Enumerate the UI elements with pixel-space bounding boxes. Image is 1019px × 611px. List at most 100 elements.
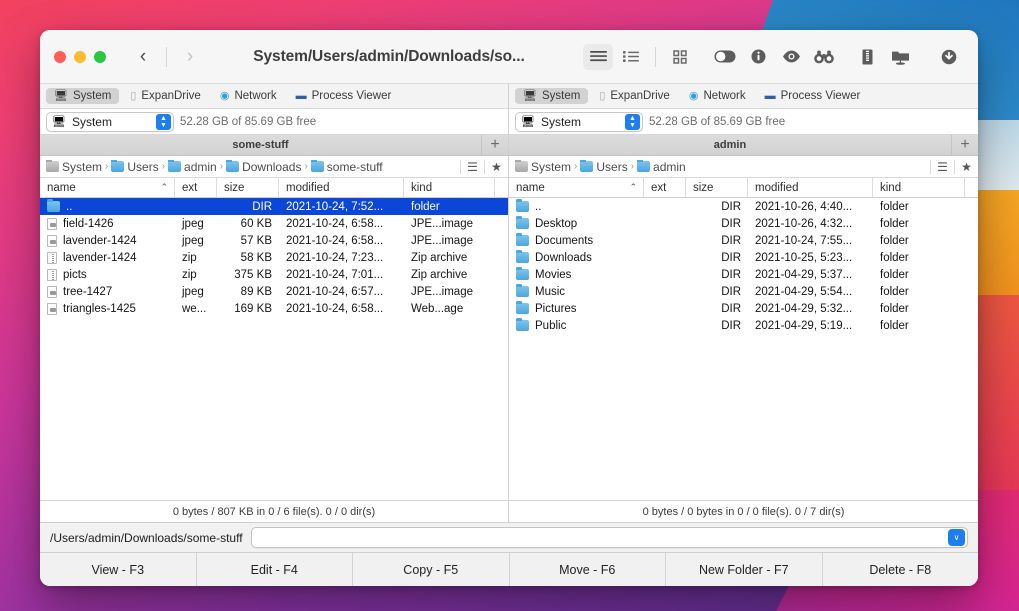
table-row[interactable]: PublicDIR2021-04-29, 5:19...folder xyxy=(509,317,978,334)
left-row-5-modified: 2021-10-24, 6:57... xyxy=(279,283,404,300)
left-row-3-ext: zip xyxy=(175,249,217,266)
right-folder-tab[interactable]: admin xyxy=(509,135,951,155)
left-breadcrumb-item-3[interactable]: Downloads xyxy=(226,160,301,174)
left-file-list[interactable]: ..DIR2021-10-24, 7:52...folderfield-1426… xyxy=(40,198,508,500)
left-column-header-size[interactable]: size xyxy=(217,178,279,197)
table-row[interactable]: ..DIR2021-10-24, 7:52...folder xyxy=(40,198,508,215)
info-icon[interactable] xyxy=(743,44,773,70)
right-drive-tab-system[interactable]: 🖥 System xyxy=(515,88,588,104)
left-drive-select[interactable]: 🖥 System ▲▼ xyxy=(46,112,174,132)
function-key-f3[interactable]: View - F3 xyxy=(40,553,197,586)
right-row-1-size: DIR xyxy=(686,215,748,232)
list-lines-icon[interactable]: ☰ xyxy=(930,160,954,174)
table-row[interactable]: PicturesDIR2021-04-29, 5:32...folder xyxy=(509,300,978,317)
favorite-star-icon[interactable]: ★ xyxy=(954,160,978,174)
left-column-header-kind[interactable]: kind xyxy=(404,178,495,197)
right-column-header-name[interactable]: name ⌃ xyxy=(509,178,644,197)
left-folder-tab[interactable]: some-stuff xyxy=(40,135,481,155)
left-breadcrumb-item-0[interactable]: System xyxy=(46,160,102,174)
command-bar: /Users/admin/Downloads/some-stuff ∨ xyxy=(40,522,978,552)
table-row[interactable]: DocumentsDIR2021-10-24, 7:55...folder xyxy=(509,232,978,249)
table-row[interactable]: pictszip375 KB2021-10-24, 7:01...Zip arc… xyxy=(40,266,508,283)
hamburger-menu-icon[interactable] xyxy=(583,44,613,70)
network-folder-icon[interactable] xyxy=(885,44,915,70)
right-drive-tab-process-viewer[interactable]: ▬ Process Viewer xyxy=(757,88,869,104)
chevron-down-icon[interactable]: ∨ xyxy=(948,529,965,546)
binoculars-icon[interactable] xyxy=(809,44,839,70)
right-drive-tab-expandrive[interactable]: ▯ ExpanDrive xyxy=(591,88,678,104)
favorite-star-icon[interactable]: ★ xyxy=(484,160,508,174)
right-breadcrumb-items: System › Users › admin xyxy=(515,160,930,174)
left-row-6-modified: 2021-10-24, 6:58... xyxy=(279,300,404,317)
right-row-4-ext xyxy=(644,266,686,283)
grid-view-icon[interactable] xyxy=(665,44,695,70)
back-arrow-icon[interactable]: ‹ xyxy=(128,43,158,71)
table-row[interactable]: DownloadsDIR2021-10-25, 5:23...folder xyxy=(509,249,978,266)
function-key-f8[interactable]: Delete - F8 xyxy=(823,553,979,586)
left-column-header-name[interactable]: name ⌃ xyxy=(40,178,175,197)
right-column-header-kind[interactable]: kind xyxy=(873,178,965,197)
list-view-icon[interactable] xyxy=(616,44,646,70)
function-key-f5[interactable]: Copy - F5 xyxy=(353,553,510,586)
close-window-button[interactable] xyxy=(54,51,66,63)
download-icon[interactable] xyxy=(934,44,964,70)
stepper-icon[interactable]: ▲▼ xyxy=(156,114,171,130)
left-row-2-modified: 2021-10-24, 6:58... xyxy=(279,232,404,249)
command-input[interactable] xyxy=(259,531,948,545)
right-breadcrumb-item-2[interactable]: admin xyxy=(637,160,686,174)
left-panel: 🖥 System ▯ ExpanDrive ◉ Network ▬ Proces… xyxy=(40,84,509,522)
left-drive-tab-process-viewer-label: Process Viewer xyxy=(312,90,392,102)
right-row-3-size: DIR xyxy=(686,249,748,266)
table-row[interactable]: lavender-1424jpeg57 KB2021-10-24, 6:58..… xyxy=(40,232,508,249)
table-row[interactable]: tree-1427jpeg89 KB2021-10-24, 6:57...JPE… xyxy=(40,283,508,300)
right-column-header-size[interactable]: size xyxy=(686,178,748,197)
left-column-header-modified[interactable]: modified xyxy=(279,178,404,197)
function-key-f4[interactable]: Edit - F4 xyxy=(197,553,354,586)
left-breadcrumb-item-4[interactable]: some-stuff xyxy=(311,160,383,174)
left-breadcrumb-item-2[interactable]: admin xyxy=(168,160,217,174)
right-breadcrumb-item-1[interactable]: Users xyxy=(580,160,627,174)
right-breadcrumb-item-0[interactable]: System xyxy=(515,160,571,174)
right-drive-tab-network[interactable]: ◉ Network xyxy=(681,88,754,104)
left-row-0-ext xyxy=(175,198,217,215)
stepper-icon[interactable]: ▲▼ xyxy=(625,114,640,130)
left-row-2-ext: jpeg xyxy=(175,232,217,249)
right-row-6-modified: 2021-04-29, 5:32... xyxy=(748,300,873,317)
left-drive-tab-process-viewer[interactable]: ▬ Process Viewer xyxy=(288,88,400,104)
table-row[interactable]: field-1426jpeg60 KB2021-10-24, 6:58...JP… xyxy=(40,215,508,232)
left-drive-tab-system[interactable]: 🖥 System xyxy=(46,88,119,104)
left-column-headers: name ⌃ ext size modified kind xyxy=(40,178,508,198)
zip-archive-icon[interactable] xyxy=(852,44,882,70)
right-column-header-modified[interactable]: modified xyxy=(748,178,873,197)
left-drive-tab-network[interactable]: ◉ Network xyxy=(212,88,285,104)
left-drive-tab-expandrive[interactable]: ▯ ExpanDrive xyxy=(122,88,209,104)
table-row[interactable]: DesktopDIR2021-10-26, 4:32...folder xyxy=(509,215,978,232)
left-breadcrumb-item-1[interactable]: Users xyxy=(111,160,158,174)
right-drive-tab-network-label: Network xyxy=(703,90,745,102)
table-row[interactable]: ..DIR2021-10-26, 4:40...folder xyxy=(509,198,978,215)
minimize-window-button[interactable] xyxy=(74,51,86,63)
table-row[interactable]: MusicDIR2021-04-29, 5:54...folder xyxy=(509,283,978,300)
right-row-4-name: Movies xyxy=(509,266,644,283)
right-add-tab-button[interactable]: + xyxy=(951,135,978,155)
maximize-window-button[interactable] xyxy=(94,51,106,63)
command-combobox[interactable]: ∨ xyxy=(251,527,968,548)
left-row-5-kind: JPE...image xyxy=(404,283,508,300)
list-lines-icon[interactable]: ☰ xyxy=(460,160,484,174)
function-key-f7[interactable]: New Folder - F7 xyxy=(666,553,823,586)
eye-icon[interactable] xyxy=(776,44,806,70)
right-column-header-ext[interactable]: ext xyxy=(644,178,686,197)
right-row-4-modified: 2021-04-29, 5:37... xyxy=(748,266,873,283)
left-add-tab-button[interactable]: + xyxy=(481,135,508,155)
folder-icon xyxy=(111,161,124,172)
table-row[interactable]: MoviesDIR2021-04-29, 5:37...folder xyxy=(509,266,978,283)
toggle-switch-icon[interactable] xyxy=(710,44,740,70)
left-column-header-ext[interactable]: ext xyxy=(175,178,217,197)
function-key-f6[interactable]: Move - F6 xyxy=(510,553,667,586)
table-row[interactable]: lavender-1424zip58 KB2021-10-24, 7:23...… xyxy=(40,249,508,266)
right-drive-select[interactable]: 🖥 System ▲▼ xyxy=(515,112,643,132)
drive-icon: 🖥 xyxy=(52,115,66,128)
table-row[interactable]: triangles-1425we...169 KB2021-10-24, 6:5… xyxy=(40,300,508,317)
left-row-4-modified: 2021-10-24, 7:01... xyxy=(279,266,404,283)
right-file-list[interactable]: ..DIR2021-10-26, 4:40...folderDesktopDIR… xyxy=(509,198,978,500)
